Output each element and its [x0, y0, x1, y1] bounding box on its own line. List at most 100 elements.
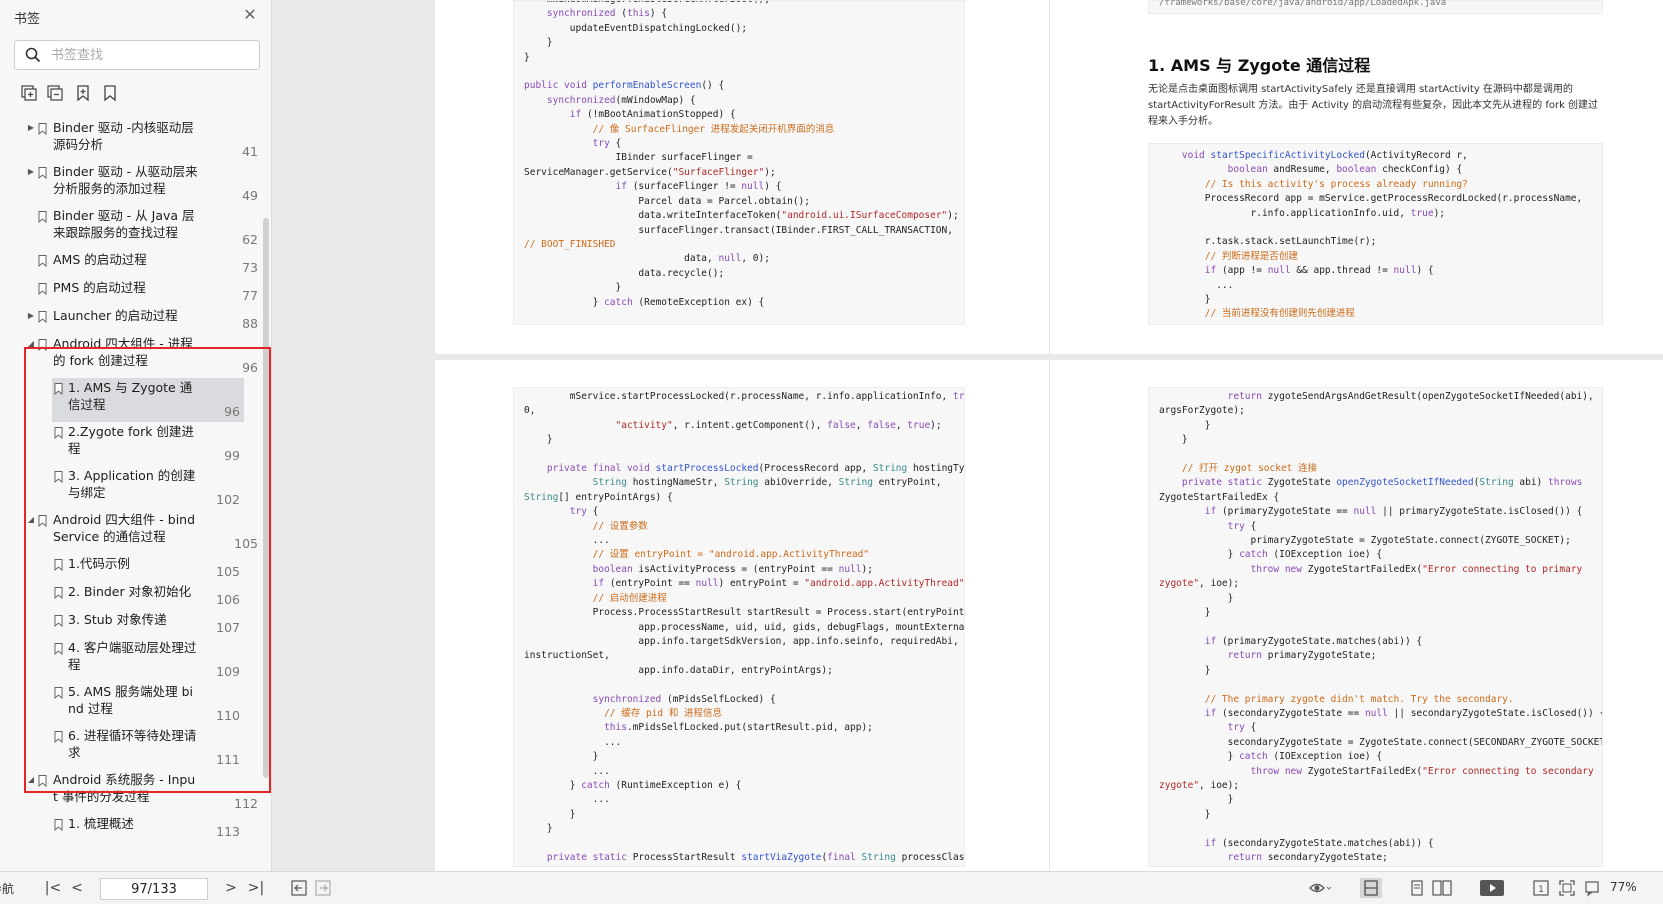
- bookmark-icon: [54, 471, 63, 483]
- code-text: void startSpecificActivityLocked(Activit…: [1181, 150, 1583, 320]
- bookmark-item[interactable]: 1. AMS 与 Zygote 通 信过程 96: [52, 378, 244, 422]
- bookmark-page-number: 111: [216, 752, 240, 767]
- bookmark-icon: [38, 311, 47, 323]
- bookmark-page-number: 113: [216, 824, 240, 839]
- search-icon: [25, 47, 41, 63]
- bookmark-item[interactable]: 1. 梳理概述 113: [52, 814, 244, 842]
- expand-all-icon[interactable]: [20, 84, 38, 102]
- bookmark-label: 2. Binder 对象初始化: [68, 584, 192, 599]
- bookmark-page-number: 96: [224, 404, 240, 419]
- next-page-icon[interactable]: >: [222, 878, 240, 898]
- bookmark-item[interactable]: 3. Application 的创建 与绑定 102: [52, 466, 244, 510]
- bookmark-label: Launcher 的启动过程: [53, 308, 178, 323]
- bookmark-label: Binder 驱动 - 从驱动层来 分析服务的添加过程: [53, 164, 198, 196]
- sidebar-title: 书签: [14, 12, 41, 27]
- forward-icon[interactable]: [314, 879, 332, 897]
- bookmark-label: Android 四大组件 - bind Service 的通信过程: [53, 512, 196, 544]
- bookmark-icon: [54, 587, 63, 599]
- single-page-icon[interactable]: [1408, 879, 1426, 897]
- bookmark-page-number: 105: [234, 536, 258, 551]
- bookmark-search-field[interactable]: [14, 40, 260, 70]
- document-viewport: mWindowManager.enableScreenAfterBoot(); …: [273, 0, 1663, 871]
- bookmark-page-number: 77: [242, 288, 258, 303]
- prev-page-icon[interactable]: <: [68, 878, 86, 898]
- bookmark-label: 1. 梳理概述: [68, 816, 134, 831]
- bookmark-item[interactable]: ▶ Binder 驱动 -内核驱动层 源码分析 41: [22, 118, 262, 162]
- bookmark-item[interactable]: ▶ Binder 驱动 - 从驱动层来 分析服务的添加过程 49: [22, 162, 262, 206]
- page-number-input[interactable]: [100, 878, 208, 900]
- collapse-all-icon[interactable]: [46, 84, 64, 102]
- bookmark-item[interactable]: 6. 进程循环等待处理请 求 111: [52, 726, 244, 770]
- eye-protect-icon[interactable]: [1308, 879, 1332, 897]
- section-paragraph: 无论是点击桌面图标调用 startActivitySafely 还是直接调用 s…: [1148, 84, 1599, 127]
- bookmark-label: 4. 客户端驱动层处理过 程: [68, 640, 197, 672]
- svg-text:1: 1: [1538, 885, 1544, 895]
- play-icon[interactable]: [1480, 879, 1504, 897]
- bookmark-item[interactable]: 5. AMS 服务端处理 bi nd 过程 110: [52, 682, 244, 726]
- bookmark-item[interactable]: Binder 驱动 - 从 Java 层 来跟踪服务的查找过程 62: [22, 206, 262, 250]
- collapsed-arrow-icon[interactable]: ▶: [26, 311, 36, 321]
- code-block: return zygoteSendArgsAndGetResult(openZy…: [1148, 387, 1603, 867]
- bookmark-page-number: 73: [242, 260, 258, 275]
- first-page-icon[interactable]: |<: [44, 878, 62, 898]
- code-text: mWindowManager.enableScreenAfterBoot(); …: [524, 1, 959, 308]
- bookmark-item[interactable]: 2.Zygote fork 创建进 程 99: [52, 422, 244, 466]
- bookmark-page-number: 102: [216, 492, 240, 507]
- sidebar-scrollbar[interactable]: [263, 218, 269, 778]
- fit-width-icon[interactable]: 1: [1532, 879, 1550, 897]
- zoom-icon[interactable]: [1584, 879, 1602, 897]
- bookmark-tree: ▶ Binder 驱动 -内核驱动层 源码分析 41 ▶ Binder 驱动 - 从驱动…: [22, 118, 262, 870]
- bookmark-label: Binder 驱动 -内核驱动层 源码分析: [53, 120, 194, 152]
- bookmark-label: 2.Zygote fork 创建进 程: [68, 424, 194, 456]
- bookmark-item[interactable]: ◢ Android 四大组件 - bind Service 的通信过程 105: [22, 510, 262, 554]
- expanded-arrow-icon[interactable]: ◢: [26, 515, 36, 525]
- fit-page-icon[interactable]: [1558, 879, 1576, 897]
- continuous-scroll-icon[interactable]: [1360, 878, 1382, 898]
- bookmark-icon: [54, 643, 63, 655]
- last-page-icon[interactable]: >|: [246, 878, 266, 898]
- bookmark-page-number: 62: [242, 232, 258, 247]
- bookmark-item[interactable]: 3. Stub 对象传递 107: [52, 610, 244, 638]
- bookmark-page-number: 88: [242, 316, 258, 331]
- pdf-page: mWindowManager.enableScreenAfterBoot(); …: [435, 0, 1663, 354]
- bookmark-icon: [38, 255, 47, 267]
- bookmark-icon: [54, 427, 63, 439]
- code-block: mService.startProcessLocked(r.processNam…: [513, 387, 965, 867]
- bookmark-icon: [38, 339, 47, 351]
- bookmark-item[interactable]: 2. Binder 对象初始化 106: [52, 582, 244, 610]
- bookmark-page-number: 107: [216, 620, 240, 635]
- bookmark-icon: [38, 775, 47, 787]
- bookmark-icon: [54, 383, 63, 395]
- bookmark-item[interactable]: ◢ Android 四大组件 - 进程 的 fork 创建过程 96: [22, 334, 262, 378]
- bookmark-item[interactable]: PMS 的启动过程 77: [22, 278, 262, 306]
- sidebar-header: 书签 ✕: [0, 0, 272, 32]
- bookmark-page-number: 99: [224, 448, 240, 463]
- back-icon[interactable]: [290, 879, 308, 897]
- bookmark-item[interactable]: AMS 的启动过程 73: [22, 250, 262, 278]
- expanded-arrow-icon[interactable]: ◢: [26, 339, 36, 349]
- bookmark-item[interactable]: 4. 客户端驱动层处理过 程 109: [52, 638, 244, 682]
- bookmark-page-number: 49: [242, 188, 258, 203]
- bookmark-item[interactable]: ◢ Android 系统服务 - Inpu t 事件的分发过程 112: [22, 770, 262, 814]
- bookmark-label: 3. Stub 对象传递: [68, 612, 167, 627]
- collapsed-arrow-icon[interactable]: ▶: [26, 123, 36, 133]
- bookmark-label: 5. AMS 服务端处理 bi nd 过程: [68, 684, 194, 716]
- code-block: void startSpecificActivityLocked(Activit…: [1148, 143, 1603, 325]
- code-text: mService.startProcessLocked(r.processNam…: [524, 391, 965, 863]
- add-bookmark-icon[interactable]: [74, 84, 92, 102]
- nav-label: 导航: [0, 882, 15, 896]
- close-icon[interactable]: ✕: [241, 6, 259, 24]
- bookmark-label: 1.代码示例: [68, 556, 130, 571]
- bookmark-search-input[interactable]: [51, 46, 251, 64]
- zoom-level[interactable]: 77%: [1610, 880, 1637, 894]
- bookmark-page-number: 41: [242, 144, 258, 159]
- pdf-page: mService.startProcessLocked(r.processNam…: [435, 360, 1663, 871]
- expanded-arrow-icon[interactable]: ◢: [26, 775, 36, 785]
- double-page-icon[interactable]: [1432, 879, 1452, 897]
- bookmark-item[interactable]: ▶ Launcher 的启动过程 88: [22, 306, 262, 334]
- bookmark-icon[interactable]: [101, 84, 119, 102]
- bookmark-item[interactable]: 1.代码示例 105: [52, 554, 244, 582]
- bookmark-page-number: 112: [234, 796, 258, 811]
- collapsed-arrow-icon[interactable]: ▶: [26, 167, 36, 177]
- bookmark-label: Android 系统服务 - Inpu t 事件的分发过程: [53, 772, 196, 804]
